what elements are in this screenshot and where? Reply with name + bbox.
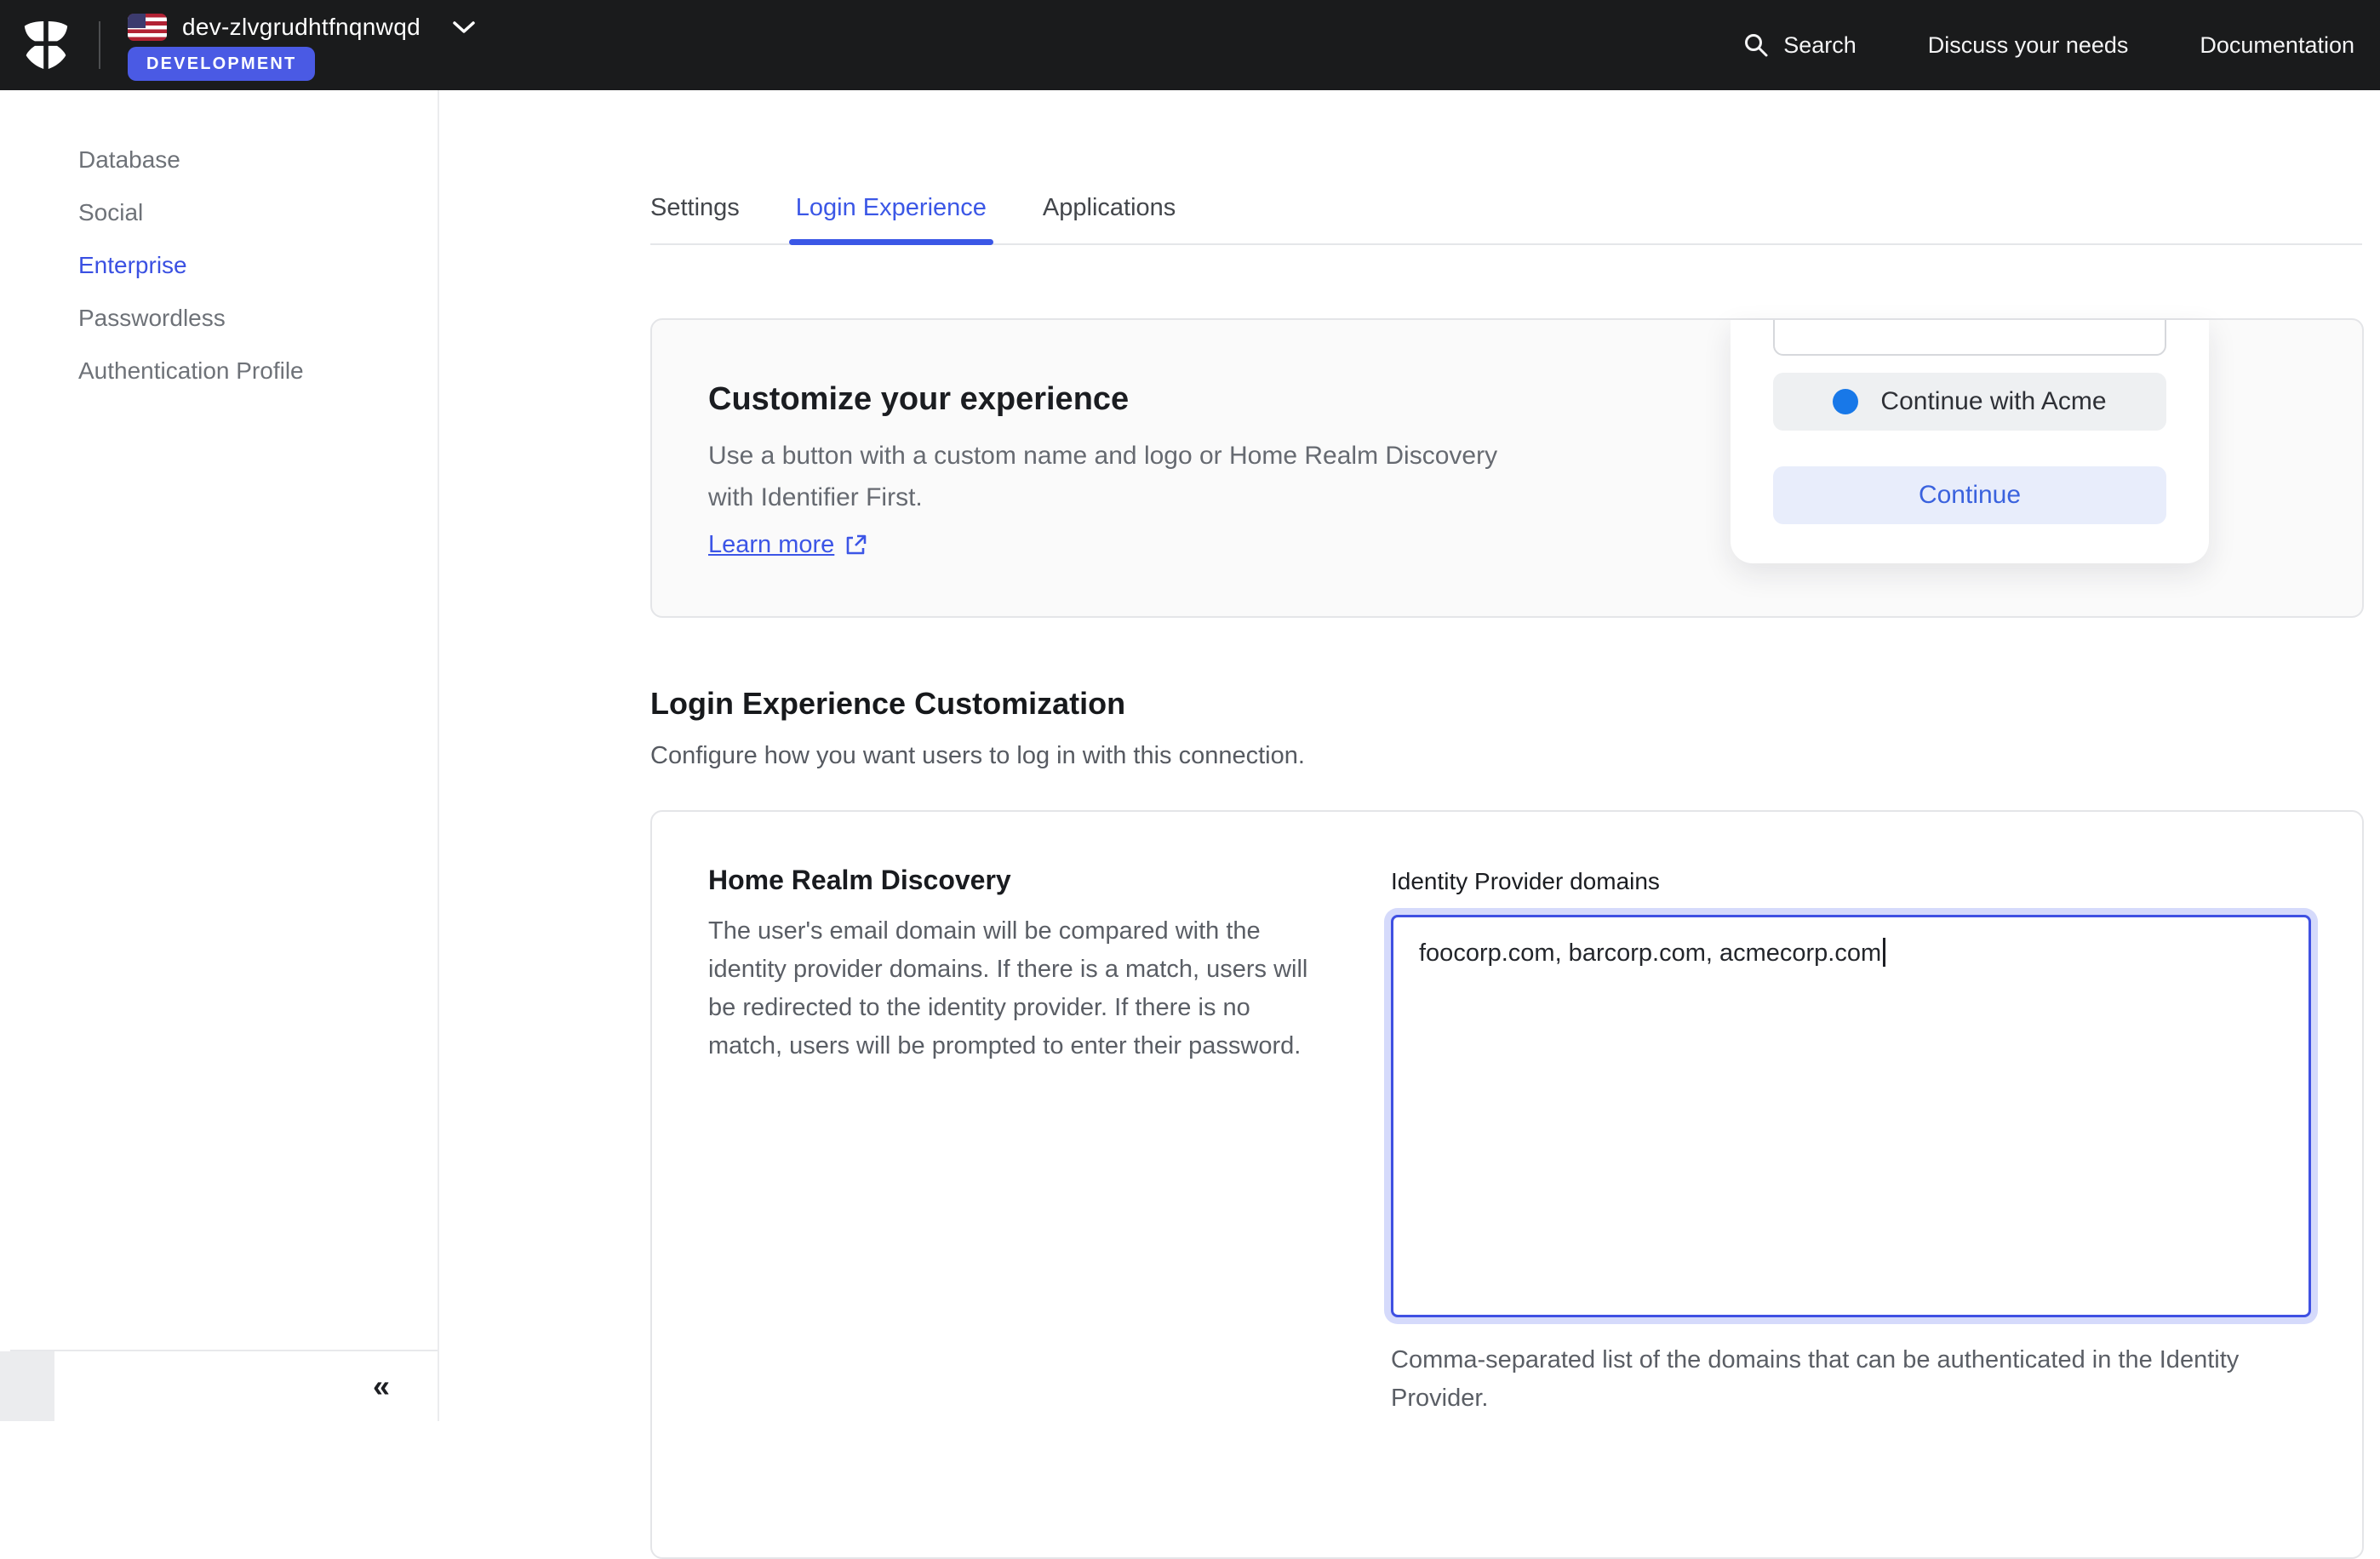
sidebar-item-authentication-profile[interactable]: Authentication Profile: [0, 345, 438, 397]
sidebar-item-database[interactable]: Database: [0, 134, 438, 186]
customize-experience-banner: Customize your experience Use a button w…: [650, 318, 2364, 618]
search-label: Search: [1783, 32, 1857, 59]
tenant-name: dev-zlvgrudhtfnqnwqd: [182, 14, 421, 41]
hrd-description: The user's email domain will be compared…: [708, 912, 1321, 1065]
external-link-icon: [844, 534, 867, 557]
tab-settings[interactable]: Settings: [650, 172, 740, 243]
identity-provider-domains-textarea[interactable]: foocorp.com, barcorp.com, acmecorp.com: [1391, 915, 2311, 1317]
sidebar: Getting Started Activity Applications Au…: [0, 90, 439, 1421]
hrd-heading: Home Realm Discovery: [708, 865, 1011, 896]
main-content: Settings Login Experience Applications C…: [439, 90, 2380, 1421]
search-icon: [1742, 31, 1770, 59]
tab-bar: Settings Login Experience Applications: [650, 172, 2362, 245]
sidebar-item-social[interactable]: Social: [0, 186, 438, 239]
provider-logo-icon: [1833, 389, 1858, 414]
banner-description: Use a button with a custom name and logo…: [708, 435, 1517, 518]
tab-login-experience[interactable]: Login Experience: [796, 172, 987, 243]
page-section-subtitle: Configure how you want users to log in w…: [650, 742, 1305, 770]
preview-continue-button: Continue: [1773, 466, 2166, 524]
auth0-logo-icon[interactable]: [22, 19, 70, 71]
environment-badge: DEVELOPMENT: [128, 47, 315, 81]
preview-email-input: [1773, 320, 2166, 356]
us-flag-icon: [128, 14, 167, 41]
identity-provider-domains-label: Identity Provider domains: [1391, 868, 1660, 895]
domains-value: foocorp.com, barcorp.com, acmecorp.com: [1419, 939, 1881, 967]
learn-more-link[interactable]: Learn more: [708, 531, 867, 559]
domains-helper-text: Comma-separated list of the domains that…: [1391, 1341, 2314, 1418]
banner-title: Customize your experience: [708, 381, 1129, 418]
tab-applications[interactable]: Applications: [1043, 172, 1176, 243]
login-preview-panel: Continue with Acme Continue: [1731, 320, 2209, 563]
tenant-switcher[interactable]: dev-zlvgrudhtfnqnwqd DEVELOPMENT: [128, 14, 477, 81]
topbar-divider: [99, 21, 100, 69]
documentation-link[interactable]: Documentation: [2200, 32, 2354, 59]
text-caret: [1883, 938, 1885, 967]
discuss-your-needs-link[interactable]: Discuss your needs: [1928, 32, 2129, 59]
topbar: dev-zlvgrudhtfnqnwqd DEVELOPMENT Search …: [0, 0, 2380, 90]
collapse-sidebar-button[interactable]: «: [373, 1368, 390, 1404]
home-realm-discovery-card: Home Realm Discovery The user's email do…: [650, 810, 2364, 1559]
page-section-title: Login Experience Customization: [650, 686, 1125, 722]
sidebar-nav: Getting Started Activity Applications Au…: [0, 90, 438, 397]
search-button[interactable]: Search: [1742, 31, 1857, 59]
preview-provider-button: Continue with Acme: [1773, 373, 2166, 431]
sidebar-corner-panel: [0, 1351, 54, 1421]
sidebar-footer: «: [10, 1350, 438, 1421]
chevron-down-icon: [451, 19, 477, 36]
sidebar-item-passwordless[interactable]: Passwordless: [0, 292, 438, 345]
sidebar-item-enterprise[interactable]: Enterprise: [0, 239, 438, 292]
